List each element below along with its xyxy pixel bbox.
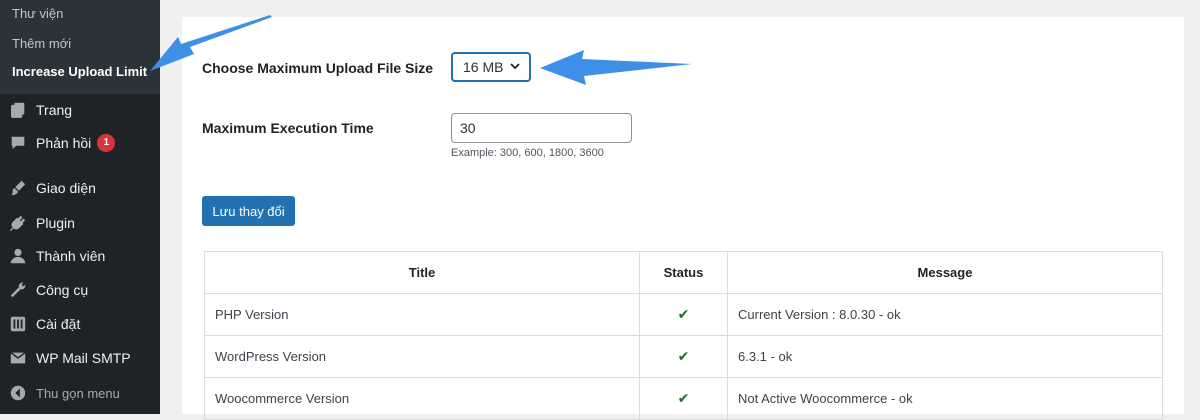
execution-time-help: Example: 300, 600, 1800, 3600: [451, 147, 604, 159]
sidebar-item-tools[interactable]: Công cụ: [0, 273, 160, 307]
sidebar-item-label: Thu gọn menu: [36, 385, 120, 401]
sidebar-item-label: WP Mail SMTP: [36, 350, 131, 366]
upload-size-label: Choose Maximum Upload File Size: [202, 60, 434, 76]
sidebar-item-pages[interactable]: Trang: [0, 93, 160, 127]
submenu-item-library[interactable]: Thư viện: [12, 6, 63, 21]
plugins-icon: [0, 214, 36, 232]
sidebar-item-appearance[interactable]: Giao diện: [0, 171, 160, 205]
check-icon: ✔: [639, 335, 728, 378]
table-header-row: Title Status Message: [204, 251, 1163, 294]
submenu-item-add-new[interactable]: Thêm mới: [12, 36, 71, 51]
sidebar-item-comments[interactable]: Phản hồi 1: [0, 126, 160, 160]
table-row: Woocommerce Version ✔ Not Active Woocomm…: [204, 377, 1163, 420]
sidebar-item-label: Plugin: [36, 215, 75, 231]
media-submenu: Thư viện Thêm mới Increase Upload Limit: [0, 0, 160, 94]
row-message: Not Active Woocommerce - ok: [727, 377, 1163, 420]
sidebar-item-label: Trang: [36, 102, 73, 118]
status-table: Title Status Message PHP Version ✔ Curre…: [204, 251, 1163, 420]
mail-icon: [0, 349, 36, 367]
execution-time-label: Maximum Execution Time: [202, 120, 374, 136]
column-header-message: Message: [727, 251, 1163, 294]
appearance-icon: [0, 179, 36, 197]
sidebar-item-wp-mail-smtp[interactable]: WP Mail SMTP: [0, 341, 160, 375]
table-row: PHP Version ✔ Current Version : 8.0.30 -…: [204, 293, 1163, 336]
save-changes-button[interactable]: Lưu thay đổi: [202, 196, 295, 226]
row-title: PHP Version: [204, 293, 640, 336]
chevron-down-icon: [509, 59, 521, 75]
row-message: Current Version : 8.0.30 - ok: [727, 293, 1163, 336]
sidebar-item-label: Giao diện: [36, 180, 96, 196]
sidebar-item-label: Cài đặt: [36, 316, 81, 332]
column-header-title: Title: [204, 251, 640, 294]
comments-icon: [0, 134, 36, 152]
collapse-menu-button[interactable]: Thu gọn menu: [0, 376, 160, 410]
row-title: Woocommerce Version: [204, 377, 640, 420]
tools-icon: [0, 281, 36, 299]
check-icon: ✔: [639, 293, 728, 336]
sidebar-item-label: Phản hồi: [36, 135, 92, 151]
submenu-item-increase-upload-limit[interactable]: Increase Upload Limit: [12, 64, 147, 79]
admin-sidebar: Thư viện Thêm mới Increase Upload Limit …: [0, 0, 160, 414]
check-icon: ✔: [639, 377, 728, 420]
sidebar-item-settings[interactable]: Cài đặt: [0, 307, 160, 341]
row-message: 6.3.1 - ok: [727, 335, 1163, 378]
execution-time-input[interactable]: [451, 113, 632, 143]
sidebar-item-plugins[interactable]: Plugin: [0, 206, 160, 240]
pages-icon: [0, 101, 36, 119]
table-row: WordPress Version ✔ 6.3.1 - ok: [204, 335, 1163, 378]
upload-size-select[interactable]: 16 MB: [451, 52, 531, 82]
upload-size-value: 16 MB: [463, 59, 504, 75]
comment-count-badge: 1: [97, 134, 116, 152]
row-title: WordPress Version: [204, 335, 640, 378]
settings-icon: [0, 315, 36, 333]
collapse-icon: [0, 384, 36, 402]
sidebar-item-users[interactable]: Thành viên: [0, 239, 160, 273]
sidebar-item-label: Thành viên: [36, 248, 106, 264]
users-icon: [0, 247, 36, 265]
sidebar-item-label: Công cụ: [36, 282, 89, 298]
column-header-status: Status: [639, 251, 728, 294]
settings-panel: Choose Maximum Upload File Size 16 MB Ma…: [182, 17, 1184, 420]
